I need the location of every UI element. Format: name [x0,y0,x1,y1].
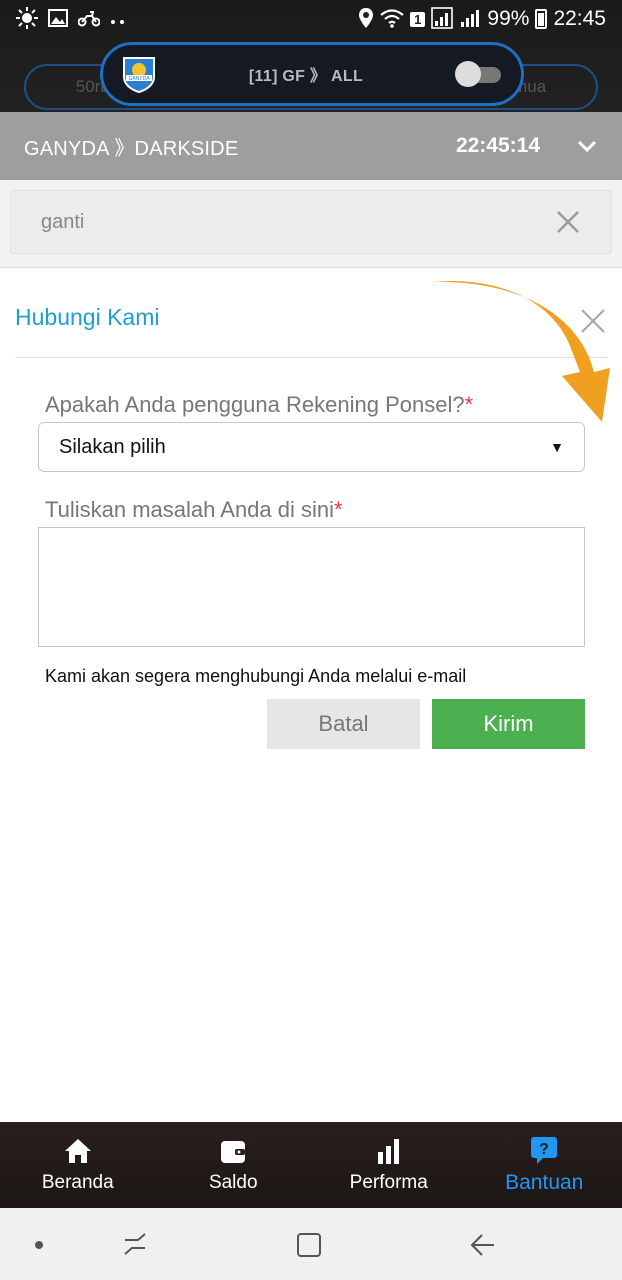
account-type-select[interactable]: Silakan pilih ▼ [38,422,585,472]
home-button-icon[interactable] [294,1230,324,1260]
problem-label-text: Tuliskan masalah Anda di sini [45,497,335,522]
nav-item-beranda[interactable]: Beranda [0,1122,156,1208]
more-dots-icon [110,10,126,28]
battery-icon [535,9,548,29]
help-icon: ? [531,1137,558,1164]
filter-toggle[interactable] [455,61,503,87]
status-left-icons [16,6,126,32]
nav-dot-icon[interactable] [24,1230,54,1260]
ganyda-badge-logo: GANYDA [121,55,157,94]
status-time: 22:45 [553,7,606,30]
nav-label-saldo: Saldo [208,1172,258,1193]
required-mark-2: * [334,497,343,522]
annotation-arrow-icon [432,280,610,422]
nav-item-saldo[interactable]: Saldo [156,1122,312,1208]
wifi-icon [380,8,404,31]
breadcrumb: GANYDA 》DARKSIDE [24,137,239,160]
cancel-button[interactable]: Batal [267,699,420,749]
sim-slot-badge: 1 [410,11,426,27]
status-bar: 1 99% 22:45 [0,0,622,38]
problem-label: Tuliskan masalah Anda di sini* [45,497,343,523]
signal-icon-2 [459,7,481,32]
chevron-down-icon[interactable] [576,135,598,157]
home-icon [64,1139,91,1163]
location-icon [358,7,374,32]
dropdown-arrow-icon: ▼ [550,439,564,455]
search-box [10,190,612,254]
bar-chart-icon [377,1139,399,1164]
bottom-nav: Beranda Saldo Performa ? Bantuan [0,1122,622,1208]
recent-apps-icon[interactable] [120,1230,150,1260]
svg-text:?: ? [539,1141,549,1158]
question-label: Apakah Anda pengguna Rekening Ponsel?* [45,392,473,418]
contact-note: Kami akan segera menghubungi Anda melalu… [45,666,467,686]
system-nav-bar [0,1208,622,1280]
toggle-knob [455,61,481,87]
filter-label: [11] GF 》 ALL [248,68,364,85]
wallet-icon [221,1141,246,1163]
back-arrow-icon[interactable] [468,1230,498,1260]
header-bar: GANYDA 》DARKSIDE 22:45:14 [0,112,622,180]
dialog-title: Hubungi Kami [15,304,160,330]
problem-textarea[interactable] [38,527,585,647]
gallery-icon [48,8,68,31]
select-value: Silakan pilih [59,435,166,458]
motorbike-icon [77,9,101,30]
nav-item-bantuan[interactable]: ? Bantuan [467,1122,622,1208]
battery-percent: 99% [487,7,530,30]
nav-label-beranda: Beranda [41,1172,114,1193]
send-button[interactable]: Kirim [432,699,585,749]
app-root: 1 99% 22:45 50rb 100rb 200rb semua GANYD… [0,0,622,1280]
search-input[interactable] [41,210,555,234]
status-right-icons: 1 99% 22:45 [358,6,606,32]
brightness-icon [16,6,38,32]
clear-search-icon[interactable] [555,209,581,235]
nav-label-performa: Performa [349,1172,428,1193]
filter-pill[interactable]: GANYDA [11] GF 》 ALL [100,42,524,106]
badge-text: GANYDA [128,76,150,82]
header-clock: 22:45:14 [455,134,540,157]
search-area [0,180,622,268]
nav-label-bantuan: Bantuan [505,1171,584,1194]
question-label-text: Apakah Anda pengguna Rekening Ponsel? [45,392,465,417]
nav-item-performa[interactable]: Performa [311,1122,467,1208]
signal-icon [431,6,454,32]
